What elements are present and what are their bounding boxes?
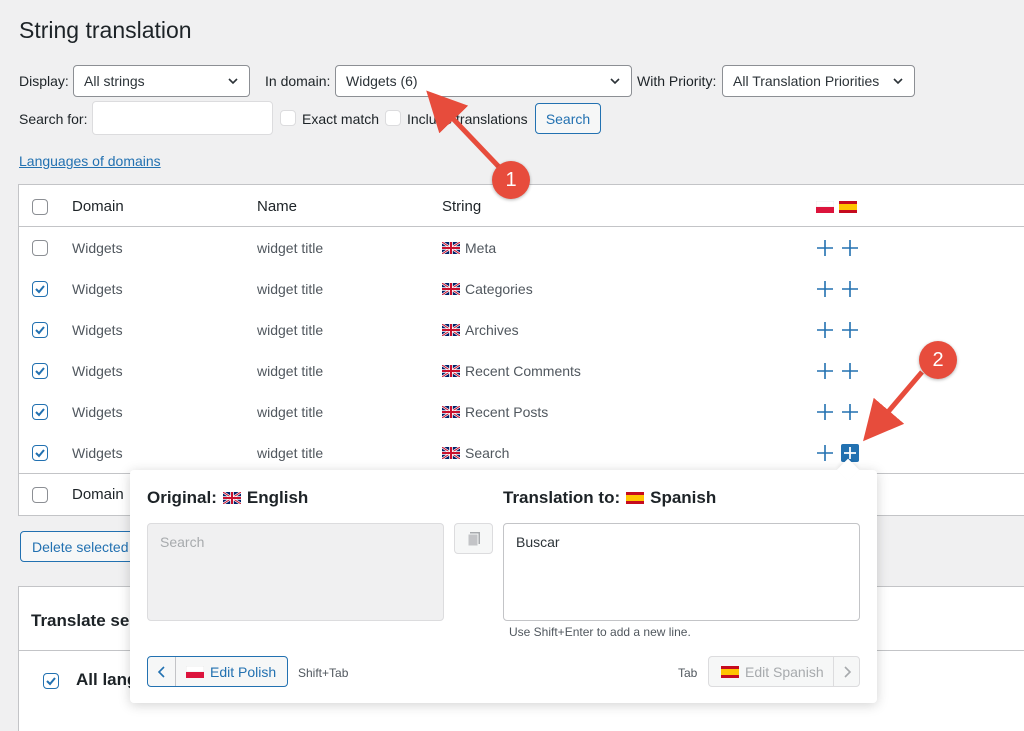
- annotation-badge-1: 1: [492, 161, 530, 199]
- annotation-arrows: [426, 90, 924, 442]
- annotation-badge-2: 2: [919, 341, 957, 379]
- arrow-1-line: [426, 90, 502, 170]
- arrow-2-line: [863, 370, 924, 442]
